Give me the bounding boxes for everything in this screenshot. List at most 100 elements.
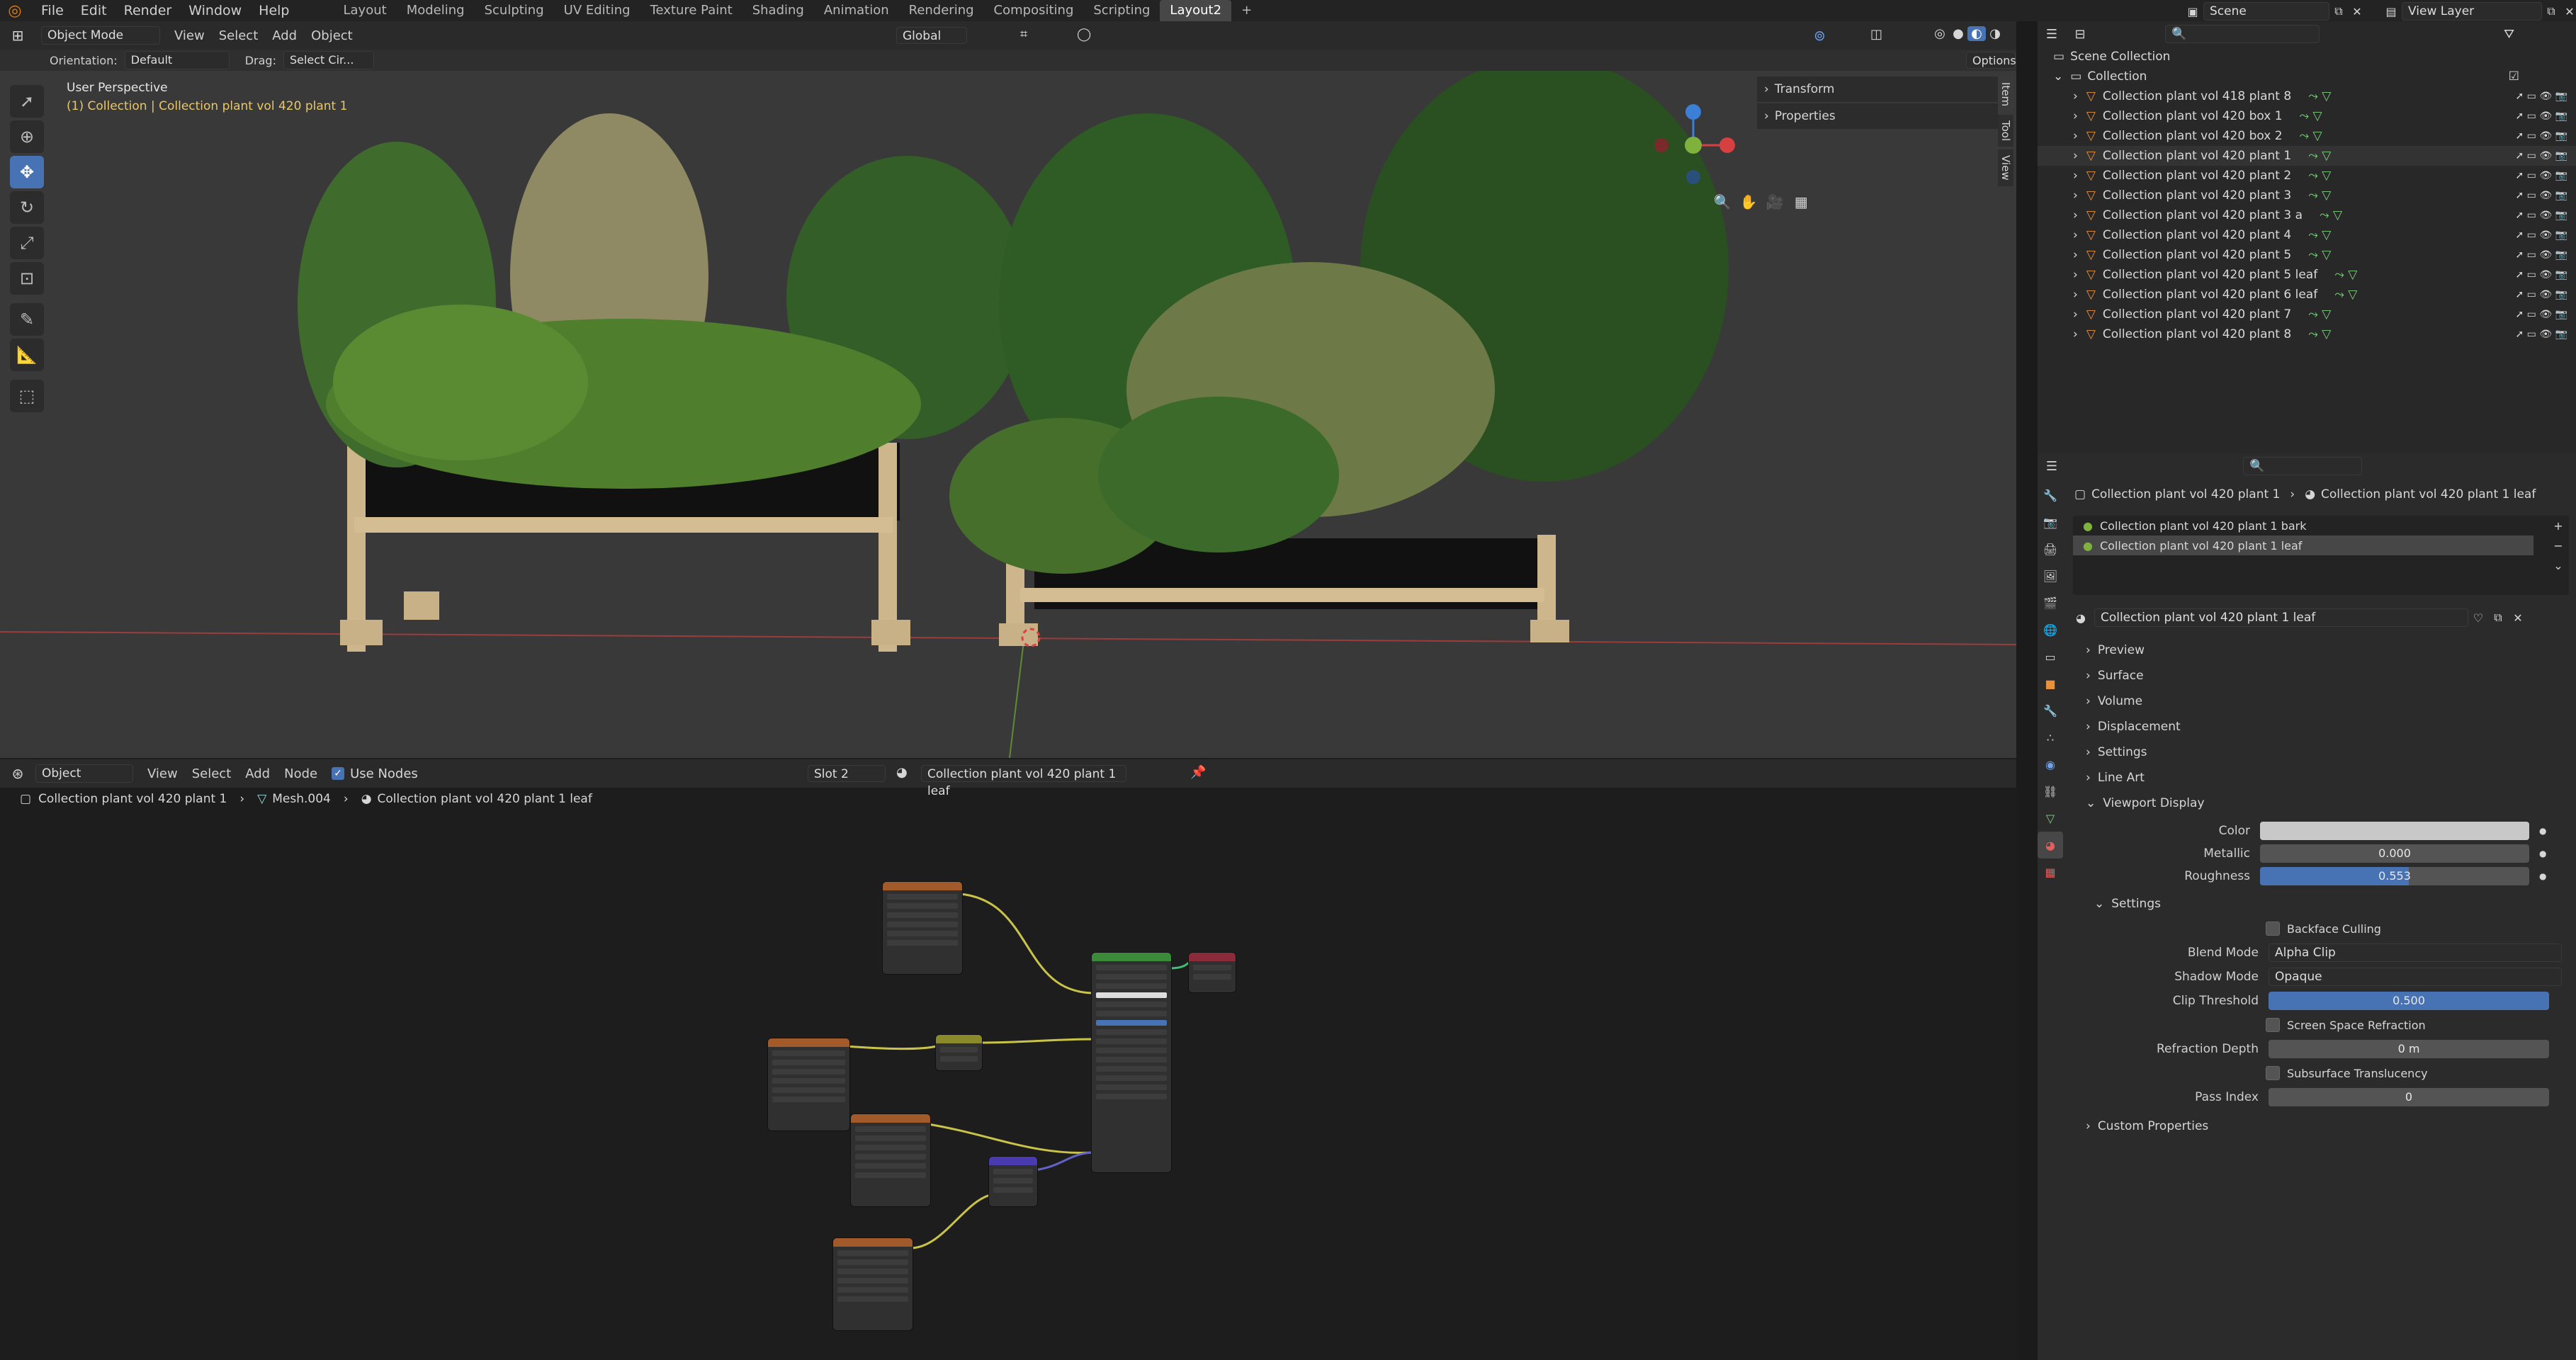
viewport-display-section[interactable]: ⌄ Viewport Display xyxy=(2066,790,2576,816)
orientation-dropdown[interactable]: Default xyxy=(124,51,230,69)
material-slot-list[interactable]: ● Collection plant vol 420 plant 1 bark … xyxy=(2073,516,2569,595)
expand-arrow-icon[interactable]: › xyxy=(2073,188,2078,203)
visibility-toggles-icon[interactable]: ➚ ▭ 👁 📷 xyxy=(2515,309,2567,320)
outliner-item[interactable]: › ▽ Collection plant vol 420 plant 6 leaf ⤳… xyxy=(2038,285,2576,305)
material-browse-icon[interactable]: ◕ xyxy=(2076,611,2086,625)
menu-file[interactable]: File xyxy=(33,3,72,18)
outliner-item[interactable]: › ▽ Collection plant vol 420 plant 3 ⤳ ▽ ➚ ▭… xyxy=(2038,186,2576,205)
image-texture-node[interactable] xyxy=(882,881,963,975)
scene-collection-row[interactable]: ▭ Scene Collection xyxy=(2038,47,2576,67)
texture-tab-icon[interactable]: ▦ xyxy=(2038,858,2063,885)
slot-menu-icon[interactable]: ⌄ xyxy=(2548,555,2569,575)
world-tab-icon[interactable]: 🌐 xyxy=(2038,616,2063,643)
expand-arrow-icon[interactable]: › xyxy=(2073,208,2078,222)
area-divider[interactable] xyxy=(2016,21,2038,1360)
line-art-section[interactable]: › Line Art xyxy=(2066,765,2576,790)
wireframe-shading-icon[interactable]: ◎ xyxy=(1931,26,1949,41)
pass-index-field[interactable]: 0 xyxy=(2269,1088,2549,1106)
physics-tab-icon[interactable]: ◉ xyxy=(2038,751,2063,778)
tab-scripting[interactable]: Scripting xyxy=(1083,0,1160,21)
tab-layout2[interactable]: Layout2 xyxy=(1160,0,1232,21)
properties-type-icon[interactable]: ☰ xyxy=(2038,459,2066,474)
scene-field[interactable]: Scene xyxy=(2203,2,2329,21)
viewport-menu-view[interactable]: View xyxy=(167,28,212,43)
principled-bsdf-node[interactable] xyxy=(1091,952,1172,1173)
delete-scene-icon[interactable]: ✕ xyxy=(2348,5,2366,18)
material-shading-icon[interactable]: ◐ xyxy=(1967,26,1986,41)
volume-section[interactable]: › Volume xyxy=(2066,688,2576,714)
transform-orientation-dropdown[interactable]: Global xyxy=(896,27,967,44)
clip-threshold-slider[interactable]: 0.500 xyxy=(2269,992,2549,1010)
collection-tab-icon[interactable]: ▭ xyxy=(2038,643,2063,670)
proportional-edit-icon[interactable]: ◯ xyxy=(1077,27,1091,42)
add-workspace-button[interactable]: + xyxy=(1231,0,1262,21)
particles-tab-icon[interactable]: ∴ xyxy=(2038,724,2063,751)
displacement-section[interactable]: › Displacement xyxy=(2066,714,2576,740)
view-layer-field[interactable]: View Layer xyxy=(2402,2,2542,21)
fake-user-icon[interactable]: ♡ xyxy=(2468,611,2488,625)
transform-section[interactable]: › Transform xyxy=(1757,76,1998,102)
keyframe-dot-icon[interactable]: ● xyxy=(2539,826,2546,836)
viewport-menu-object[interactable]: Object xyxy=(304,28,360,43)
expand-arrow-icon[interactable]: › xyxy=(2073,307,2078,322)
material-output-node[interactable] xyxy=(1188,952,1236,993)
visibility-toggles-icon[interactable]: ➚ ▭ 👁 📷 xyxy=(2515,150,2567,162)
visibility-toggles-icon[interactable]: ➚ ▭ 👁 📷 xyxy=(2515,329,2567,340)
options-dropdown[interactable]: Options xyxy=(1966,52,2016,69)
visibility-toggles-icon[interactable]: ➚ ▭ 👁 📷 xyxy=(2515,170,2567,181)
image-texture-node[interactable] xyxy=(832,1237,913,1331)
slot-row[interactable]: ● Collection plant vol 420 plant 1 bark xyxy=(2073,516,2569,536)
outliner-item[interactable]: › ▽ Collection plant vol 420 plant 8 ⤳ ▽ ➚ ▭… xyxy=(2038,324,2576,344)
visibility-toggles-icon[interactable]: ➚ ▭ 👁 📷 xyxy=(2515,249,2567,261)
settings-section[interactable]: › Settings xyxy=(2066,740,2576,765)
view-layer-icon[interactable]: ▤ xyxy=(2380,5,2402,18)
duplicate-material-icon[interactable]: ⧉ xyxy=(2488,611,2508,625)
navigation-gizmo[interactable] xyxy=(1644,85,1743,191)
outliner-search-input[interactable]: 🔍 xyxy=(2165,25,2320,43)
ortho-grid-icon[interactable]: ▦ xyxy=(1790,188,1812,216)
outliner-item[interactable]: › ▽ Collection plant vol 420 plant 3 a ⤳ ▽ ➚… xyxy=(2038,205,2576,225)
menu-edit[interactable]: Edit xyxy=(72,3,115,18)
expand-arrow-icon[interactable]: › xyxy=(2073,129,2078,143)
blend-mode-dropdown[interactable]: Alpha Clip xyxy=(2269,944,2562,962)
new-view-layer-icon[interactable]: ⧉ xyxy=(2542,4,2560,18)
surface-section[interactable]: › Surface xyxy=(2066,663,2576,688)
overlays-icon[interactable]: ⊚ xyxy=(1814,27,1826,44)
subsurface-translucency-checkbox[interactable] xyxy=(2266,1066,2280,1080)
outliner-item[interactable]: › ▽ Collection plant vol 418 plant 8 ⤳ ▽ ➚ ▭… xyxy=(2038,86,2576,106)
rendered-shading-icon[interactable]: ◑ xyxy=(1986,26,2004,41)
color-swatch[interactable] xyxy=(2260,822,2529,840)
outliner-item[interactable]: › ▽ Collection plant vol 420 box 1 ⤳ ▽ ➚ ▭ 👁… xyxy=(2038,106,2576,126)
expand-arrow-icon[interactable]: › xyxy=(2073,228,2078,242)
roughness-slider[interactable]: 0.553 xyxy=(2260,867,2529,885)
tab-texture-paint[interactable]: Texture Paint xyxy=(640,0,742,21)
viewport-menu-add[interactable]: Add xyxy=(265,28,304,43)
material-tab-icon[interactable]: ◕ xyxy=(2038,832,2063,858)
solid-shading-icon[interactable]: ● xyxy=(1949,26,1967,41)
collection-row[interactable]: ⌄ ▭ Collection ☑ xyxy=(2038,67,2576,86)
visibility-toggles-icon[interactable]: ➚ ▭ 👁 📷 xyxy=(2515,269,2567,280)
visibility-toggles-icon[interactable]: ➚ ▭ 👁 📷 xyxy=(2515,130,2567,142)
viewport-settings-subsection[interactable]: ⌄ Settings xyxy=(2066,891,2576,917)
expand-arrow-icon[interactable]: › xyxy=(2073,169,2078,183)
data-tab-icon[interactable]: ▽ xyxy=(2038,805,2063,832)
expand-arrow-icon[interactable]: › xyxy=(2073,109,2078,123)
tab-rendering[interactable]: Rendering xyxy=(899,0,984,21)
properties-section[interactable]: › Properties xyxy=(1757,103,1998,129)
scene-icon[interactable]: ▣ xyxy=(2182,5,2203,18)
outliner-item[interactable]: › ▽ Collection plant vol 420 plant 5 leaf ⤳… xyxy=(2038,265,2576,285)
image-texture-node[interactable] xyxy=(850,1114,931,1207)
tool-tab-icon[interactable]: 🔧 xyxy=(2038,482,2063,509)
material-name-field[interactable]: Collection plant vol 420 plant 1 leaf xyxy=(2094,608,2468,627)
visibility-toggles-icon[interactable]: ➚ ▭ 👁 📷 xyxy=(2515,190,2567,201)
preview-section[interactable]: › Preview xyxy=(2066,638,2576,663)
pan-hand-icon[interactable]: ✋ xyxy=(1737,188,1760,216)
display-mode-icon[interactable]: ⊟ xyxy=(2066,27,2094,42)
tab-view[interactable]: View xyxy=(1998,149,2013,186)
slot-row-active[interactable]: ● Collection plant vol 420 plant 1 leaf xyxy=(2073,536,2533,555)
blender-logo-icon[interactable]: ◎ xyxy=(4,0,26,21)
scene-tab-icon[interactable]: 🎬 xyxy=(2038,589,2063,616)
menu-window[interactable]: Window xyxy=(180,3,250,18)
backface-culling-row[interactable]: Backface Culling xyxy=(2066,917,2576,941)
tab-uv-editing[interactable]: UV Editing xyxy=(554,0,640,21)
